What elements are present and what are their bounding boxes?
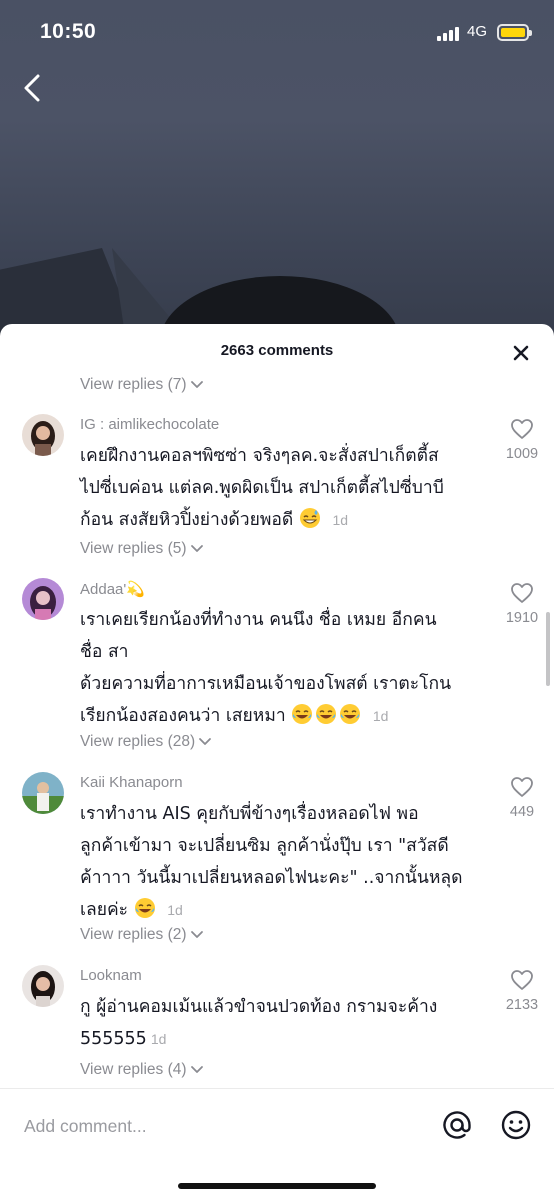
comment-line: เคยฝึกงานคอลฯพิซซ่า จริงๆลค.จะสั่งสปาเก็… bbox=[80, 446, 439, 466]
chevron-left-icon bbox=[24, 74, 40, 102]
comment-time: 1d bbox=[150, 1031, 167, 1047]
chevron-down-icon bbox=[190, 931, 203, 938]
battery-icon bbox=[497, 24, 532, 41]
like-button[interactable]: 449 bbox=[494, 776, 550, 820]
tears-of-joy-emoji bbox=[134, 898, 155, 918]
network-type: 4G bbox=[467, 23, 488, 40]
comment-line: ด้วยความที่อาการเหมือนเจ้าของโพสต์ เราตะ… bbox=[80, 674, 452, 694]
comment-line: เรียกน้องสองคนว่า เสยหมา bbox=[80, 706, 286, 726]
comment-time: 1d bbox=[332, 512, 349, 528]
like-count: 2133 bbox=[505, 997, 539, 1013]
comment-line: ค้าาาา วันนี้มาเปลี่ยนหลอดไฟนะคะ" ..จากน… bbox=[80, 868, 463, 888]
view-replies-label: View replies (2) bbox=[80, 926, 187, 943]
heart-icon bbox=[511, 777, 533, 797]
comment-text: เคยฝึกงานคอลฯพิซซ่า จริงๆลค.จะสั่งสปาเก็… bbox=[80, 440, 488, 536]
comment-line: ก้อน สงสัยหิวปิ้งย่างด้วยพอดี bbox=[80, 510, 294, 530]
comment-time: 1d bbox=[167, 902, 183, 918]
comment-line: 555555 bbox=[80, 1029, 147, 1049]
avatar[interactable] bbox=[22, 772, 64, 814]
grinning-sweat-emoji bbox=[299, 508, 320, 528]
tears-of-joy-emoji bbox=[316, 704, 337, 724]
like-count: 1910 bbox=[505, 610, 539, 626]
comments-sheet: 2663 comments View replies (7) IG : aiml… bbox=[0, 324, 554, 1200]
smiley-icon bbox=[501, 1110, 531, 1140]
chevron-down-icon bbox=[199, 738, 212, 745]
back-button[interactable] bbox=[16, 70, 52, 106]
view-replies-button[interactable]: View replies (7) bbox=[80, 376, 204, 394]
comment-text: กู ผู้อ่านคอมเม้นแล้วขำจนปวดท้อง กรามจะค… bbox=[80, 991, 488, 1055]
heart-icon bbox=[511, 419, 533, 439]
status-bar: 10:50 4G bbox=[0, 0, 554, 64]
status-time: 10:50 bbox=[40, 20, 97, 43]
emoji-picker-button[interactable] bbox=[500, 1109, 532, 1141]
comment-line: เลยค่ะ bbox=[80, 900, 129, 920]
tears-of-joy-emoji bbox=[340, 704, 361, 724]
sheet-header: 2663 comments bbox=[0, 324, 554, 380]
like-button[interactable]: 1910 bbox=[494, 582, 550, 626]
mention-button[interactable] bbox=[441, 1109, 473, 1141]
close-button[interactable] bbox=[508, 340, 534, 366]
close-icon bbox=[513, 345, 529, 361]
comment-username[interactable]: Kaii Khanaporn bbox=[80, 774, 183, 791]
comment-time: 1d bbox=[372, 708, 389, 724]
view-replies-button[interactable]: View replies (4) bbox=[80, 1061, 204, 1079]
at-sign-icon bbox=[443, 1111, 471, 1139]
view-replies-label: View replies (7) bbox=[80, 376, 187, 393]
comment-username[interactable]: Looknam bbox=[80, 967, 142, 984]
comment-text: เราทำงาน AIS คุยกับพี่ข้างๆเรื่องหลอดไฟ … bbox=[80, 798, 488, 926]
chevron-down-icon bbox=[190, 1066, 203, 1073]
view-replies-label: View replies (4) bbox=[80, 1061, 187, 1078]
heart-icon bbox=[511, 970, 533, 990]
view-replies-label: View replies (28) bbox=[80, 733, 196, 750]
like-button[interactable]: 2133 bbox=[494, 969, 550, 1013]
like-button[interactable]: 1009 bbox=[494, 418, 550, 462]
tears-of-joy-emoji bbox=[292, 704, 313, 724]
comment-line: ลูกค้าเข้ามา จะเปลี่ยนซิม ลูกค้านั่งปุ๊บ… bbox=[80, 836, 449, 856]
avatar[interactable] bbox=[22, 578, 64, 620]
view-replies-button[interactable]: View replies (5) bbox=[80, 540, 204, 558]
view-replies-button[interactable]: View replies (2) bbox=[80, 926, 204, 944]
like-count: 1009 bbox=[505, 446, 539, 462]
avatar[interactable] bbox=[22, 965, 64, 1007]
like-count: 449 bbox=[509, 804, 535, 820]
comment-line: เราเคยเรียกน้องที่ทำงาน คนนึง ชื่อ เหมย … bbox=[80, 610, 437, 630]
comment-line: ชื่อ สา bbox=[80, 642, 129, 662]
comment-line: เราทำงาน AIS คุยกับพี่ข้างๆเรื่องหลอดไฟ … bbox=[80, 804, 419, 824]
view-replies-button[interactable]: View replies (28) bbox=[80, 733, 212, 751]
comment-username[interactable]: IG : aimlikechocolate bbox=[80, 416, 219, 433]
comment-input-bar bbox=[0, 1088, 554, 1200]
add-comment-input[interactable] bbox=[24, 1111, 404, 1141]
comment-username[interactable]: Addaa'💫 bbox=[80, 580, 145, 598]
home-indicator bbox=[178, 1183, 376, 1189]
view-replies-label: View replies (5) bbox=[80, 540, 187, 557]
avatar[interactable] bbox=[22, 414, 64, 456]
comment-count: 2663 comments bbox=[220, 342, 334, 359]
comment-line: กู ผู้อ่านคอมเม้นแล้วขำจนปวดท้อง กรามจะค… bbox=[80, 997, 438, 1017]
heart-icon bbox=[511, 583, 533, 603]
comment-line: ไปซี่เบค่อน แต่ลค.พูดผิดเป็น สปาเก็ตตี้ส… bbox=[80, 478, 444, 498]
chevron-down-icon bbox=[190, 545, 203, 552]
comment-text: เราเคยเรียกน้องที่ทำงาน คนนึง ชื่อ เหมย … bbox=[80, 604, 488, 732]
chevron-down-icon bbox=[190, 381, 203, 388]
signal-icon bbox=[437, 25, 463, 41]
